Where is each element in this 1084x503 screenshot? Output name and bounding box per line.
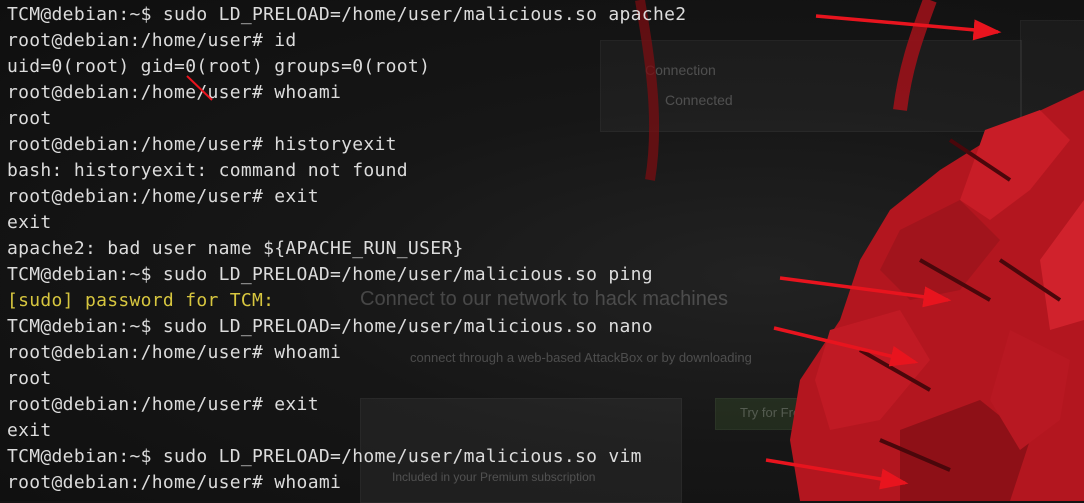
- arrow-gid: [186, 75, 213, 101]
- annotation-arrows: [186, 14, 1002, 490]
- arrow-vim: [765, 458, 909, 490]
- arrow-apache2: [815, 14, 1002, 41]
- arrow-ping: [779, 276, 952, 308]
- arrow-nano: [773, 326, 919, 367]
